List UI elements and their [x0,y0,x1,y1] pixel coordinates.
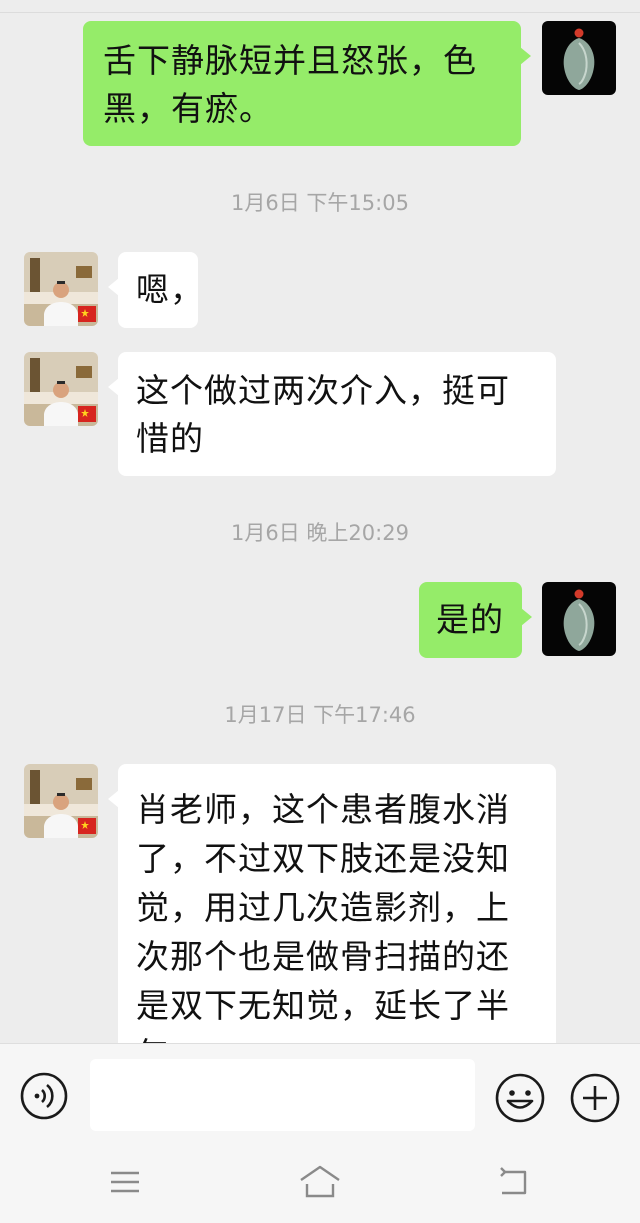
incoming-message-bubble[interactable]: 这个做过两次介入，挺可 惜的 [108,352,556,476]
jade-pendant-icon [542,582,616,656]
message-line: 年。 [136,1030,542,1043]
message-line: 了，不过双下肢还是没知 [136,839,510,878]
message-line: 是的 [436,600,504,639]
message-line: 这个做过两次介入，挺可 [136,371,510,410]
voice-button[interactable] [20,1072,68,1120]
doctor-photo-icon [24,764,98,838]
divider [0,12,640,13]
message-timestamp: 1月6日 下午15:05 [231,191,409,215]
self-avatar[interactable] [542,582,616,656]
self-avatar[interactable] [542,21,616,95]
message-line: 舌下静脉短并且怒张，色 [103,41,477,80]
message-line: 觉，用过几次造影剂，上 [136,888,510,927]
message-line: 惜的 [136,419,204,458]
message-input[interactable] [90,1059,475,1131]
message-line: 是双下无知觉，延长了半 [136,986,510,1025]
outgoing-message-bubble[interactable]: 舌下静脉短并且怒张，色 黑，有瘀。 [83,21,531,146]
message-timestamp: 1月6日 晚上20:29 [231,521,409,545]
incoming-message-bubble[interactable]: 肖老师，这个患者腹水消 了，不过双下肢还是没知 觉，用过几次造影剂，上 次那个也… [108,764,556,1043]
chat-area[interactable]: 舌下静脉短并且怒张，色 黑，有瘀。 1月6日 下午15:05 嗯， 这个做过两次… [0,0,640,1043]
doctor-avatar[interactable] [24,764,98,838]
home-icon [300,1165,340,1198]
back-icon [500,1167,527,1195]
more-button[interactable] [569,1072,621,1124]
message-timestamp: 1月17日 下午17:46 [224,703,416,727]
voice-icon [20,1072,68,1120]
back-button[interactable] [495,1162,535,1202]
message-line: 嗯， [136,270,204,309]
emoji-icon [495,1073,545,1123]
message-line: 肖老师，这个患者腹水消 [136,790,510,829]
jade-pendant-icon [542,21,616,95]
outgoing-message-bubble[interactable]: 是的 [419,582,532,658]
doctor-photo-icon [24,252,98,326]
doctor-avatar[interactable] [24,352,98,426]
message-input-bar [0,1043,640,1140]
system-navigation-bar [0,1140,640,1223]
menu-icon [111,1171,139,1193]
doctor-photo-icon [24,352,98,426]
doctor-avatar[interactable] [24,252,98,326]
incoming-message-bubble[interactable]: 嗯， [108,252,204,328]
menu-button[interactable] [105,1162,145,1202]
message-line: 次那个也是做骨扫描的还 [136,937,510,976]
emoji-button[interactable] [494,1072,546,1124]
message-line: 黑，有瘀。 [103,89,273,128]
plus-icon [570,1073,620,1123]
home-button[interactable] [298,1162,342,1202]
